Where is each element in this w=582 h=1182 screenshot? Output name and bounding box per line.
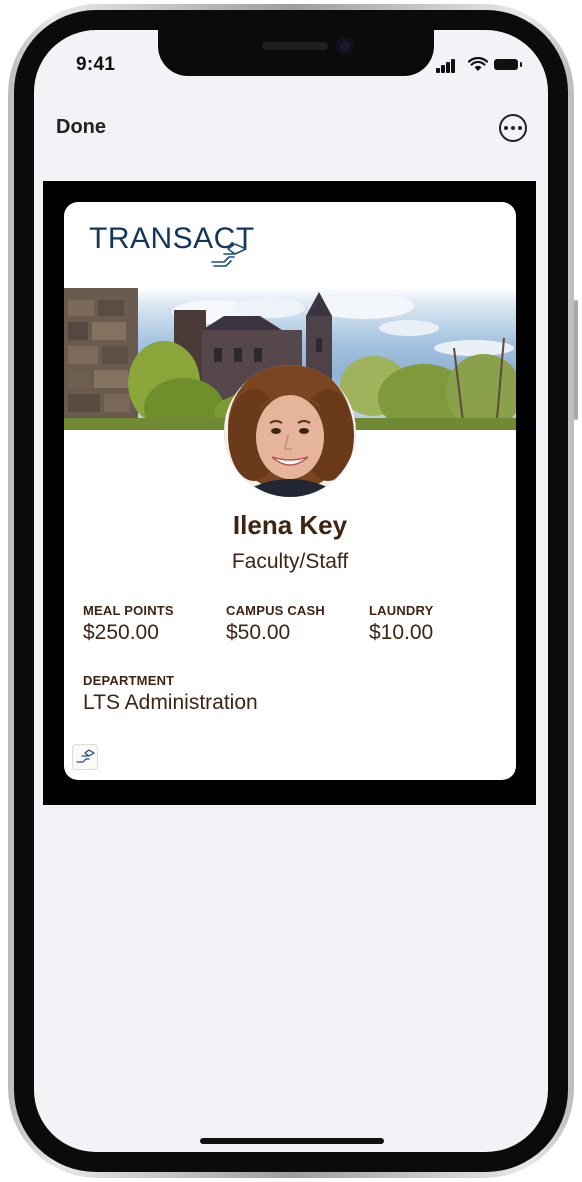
avatar — [224, 365, 356, 497]
department-field: DEPARTMENT LTS Administration — [83, 673, 258, 715]
notch — [158, 30, 434, 76]
holder-name: Ilena Key — [232, 510, 348, 540]
done-button[interactable]: Done — [56, 116, 106, 139]
laundry-value: $10.00 — [369, 621, 434, 644]
side-button — [574, 300, 578, 420]
laundry-label: LAUNDRY — [369, 603, 434, 618]
ellipsis-circle-icon[interactable] — [499, 114, 527, 142]
laundry-field: LAUNDRY $10.00 — [369, 603, 433, 645]
meal-points-field: MEAL POINTS $250.00 — [83, 603, 174, 645]
meal-points-value: $250.00 — [83, 621, 159, 644]
speaker-grille — [262, 42, 328, 50]
wifi-icon — [468, 57, 488, 71]
pass-frame: TRANSACT Ilena Key Faculty/Staff MEAL PO… — [43, 181, 536, 805]
status-time: 9:41 — [76, 54, 116, 75]
campus-cash-value: $50.00 — [226, 621, 291, 644]
holder-role: Faculty/Staff — [231, 550, 349, 573]
campus-cash-field: CAMPUS CASH $50.00 — [226, 603, 325, 645]
front-camera — [336, 37, 354, 55]
department-label: DEPARTMENT — [83, 673, 175, 688]
home-indicator[interactable] — [200, 1138, 384, 1144]
transact-logo-icon — [211, 243, 247, 267]
campus-cash-label: CAMPUS CASH — [226, 603, 325, 618]
meal-points-label: MEAL POINTS — [83, 603, 174, 618]
pass-card[interactable]: TRANSACT Ilena Key Faculty/Staff MEAL PO… — [64, 202, 516, 780]
department-value: LTS Administration — [83, 691, 258, 714]
status-icons — [436, 57, 526, 73]
transact-corner-icon — [72, 744, 98, 770]
